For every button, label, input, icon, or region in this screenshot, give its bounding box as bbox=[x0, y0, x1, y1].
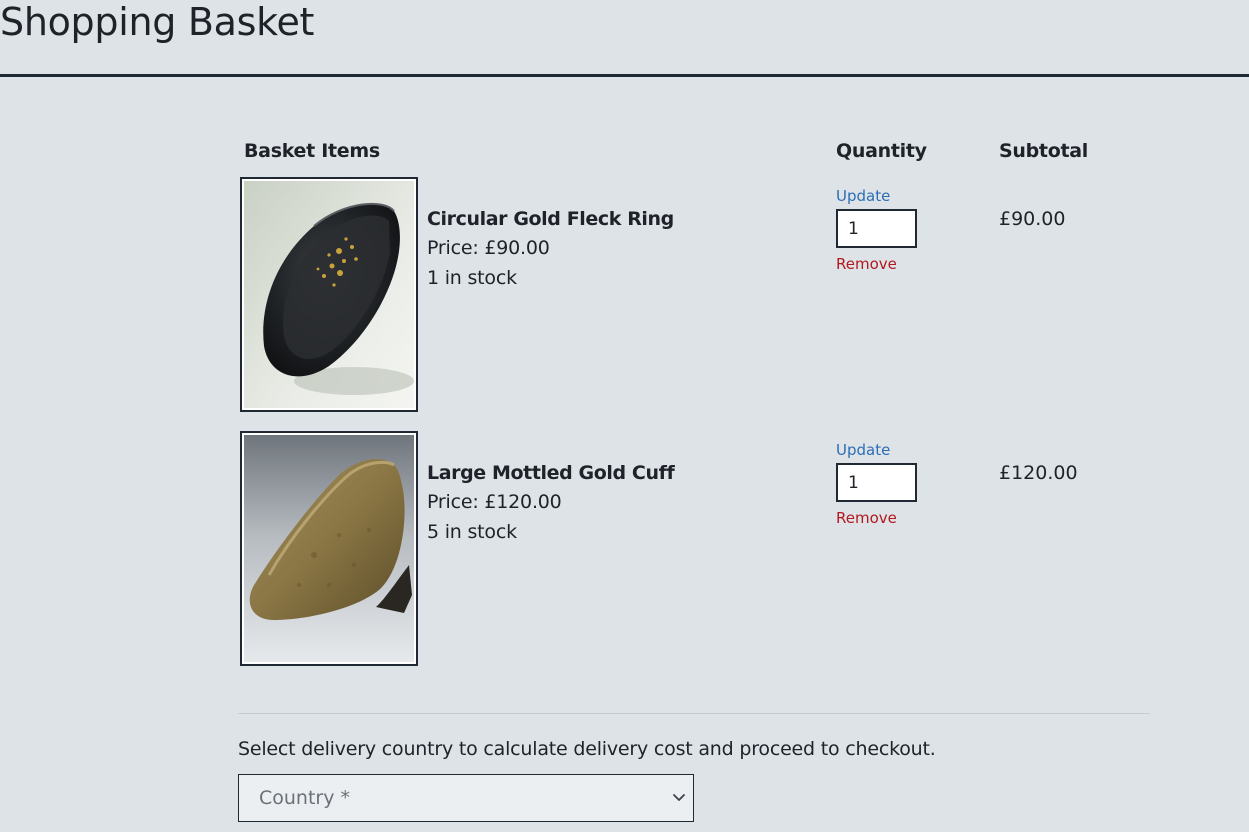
remove-link[interactable]: Remove bbox=[836, 507, 917, 529]
ring-photo bbox=[244, 181, 414, 408]
item-name[interactable]: Circular Gold Fleck Ring bbox=[427, 205, 674, 233]
update-link[interactable]: Update bbox=[836, 185, 917, 207]
header-basket-items: Basket Items bbox=[244, 140, 380, 162]
item-subtotal: £120.00 bbox=[999, 462, 1078, 484]
product-image-ring[interactable] bbox=[240, 177, 418, 412]
item-name[interactable]: Large Mottled Gold Cuff bbox=[427, 459, 675, 487]
item-info: Large Mottled Gold Cuff Price: £120.00 5… bbox=[427, 459, 675, 547]
item-price: Price: £120.00 bbox=[427, 491, 562, 513]
product-image-cuff[interactable] bbox=[240, 431, 418, 666]
item-info: Circular Gold Fleck Ring Price: £90.00 1… bbox=[427, 205, 674, 293]
item-stock: 1 in stock bbox=[427, 267, 517, 289]
title-divider bbox=[0, 74, 1249, 77]
remove-link[interactable]: Remove bbox=[836, 253, 917, 275]
basket-item: Circular Gold Fleck Ring Price: £90.00 1… bbox=[238, 177, 1150, 413]
country-select[interactable]: Country * bbox=[238, 774, 694, 822]
quantity-input[interactable] bbox=[836, 209, 917, 248]
item-price: Price: £90.00 bbox=[427, 237, 550, 259]
header-quantity: Quantity bbox=[836, 140, 927, 162]
header-subtotal: Subtotal bbox=[999, 140, 1088, 162]
cuff-photo bbox=[244, 435, 414, 662]
basket-item: Large Mottled Gold Cuff Price: £120.00 5… bbox=[238, 431, 1150, 667]
quantity-controls: Update Remove bbox=[836, 185, 917, 275]
section-divider bbox=[238, 713, 1150, 714]
country-select-value: Country * bbox=[259, 787, 351, 809]
chevron-down-icon bbox=[673, 794, 685, 801]
update-link[interactable]: Update bbox=[836, 439, 917, 461]
quantity-input[interactable] bbox=[836, 463, 917, 502]
item-stock: 5 in stock bbox=[427, 521, 517, 543]
page-title: Shopping Basket bbox=[0, 0, 315, 44]
quantity-controls: Update Remove bbox=[836, 439, 917, 529]
delivery-instruction: Select delivery country to calculate del… bbox=[238, 738, 936, 760]
item-subtotal: £90.00 bbox=[999, 208, 1066, 230]
